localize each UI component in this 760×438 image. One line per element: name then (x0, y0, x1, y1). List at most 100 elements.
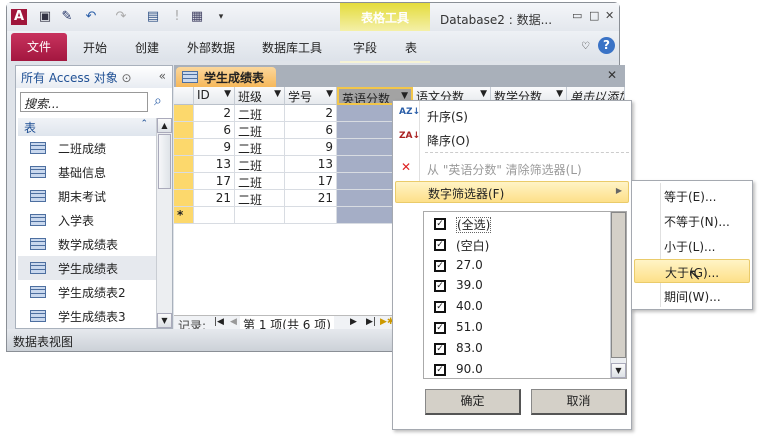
row-selector[interactable] (174, 173, 194, 190)
tab-student-scores[interactable]: 学生成绩表 (176, 67, 276, 87)
tab-fields[interactable]: 字段 (353, 39, 377, 56)
table-cell[interactable]: 二班 (235, 190, 285, 207)
menu-sort-ascending[interactable]: AZ↓ 升序(S) (395, 105, 629, 127)
ok-button[interactable]: 确定 (425, 389, 521, 415)
menu-clear-filter[interactable]: ✕ 从 "英语分数" 清除筛选器(L) (395, 158, 629, 180)
customize-qat-icon[interactable]: ▾ (213, 9, 229, 25)
tab-table[interactable]: 表 (405, 39, 417, 56)
prev-record-icon[interactable]: ◀ (230, 317, 237, 327)
table-cell[interactable]: 二班 (235, 122, 285, 139)
submenu-item[interactable]: 等于(E)... (634, 184, 750, 208)
table-cell[interactable] (194, 207, 235, 224)
checkbox-checked-icon[interactable]: ✓ (434, 322, 446, 334)
tab-home[interactable]: 开始 (83, 39, 107, 56)
maximize-icon[interactable]: □ (589, 9, 599, 22)
row-selector[interactable] (174, 190, 194, 207)
edit-icon[interactable]: ✎ (59, 9, 75, 25)
column-header-student-no[interactable]: 学号 ▼ (285, 87, 337, 105)
collapse-group-icon[interactable]: ⌃ (140, 119, 148, 129)
next-record-icon[interactable]: ▶ (350, 317, 357, 327)
close-icon[interactable]: ✕ (605, 9, 614, 22)
checkbox-checked-icon[interactable]: ✓ (434, 280, 446, 293)
table-cell[interactable] (235, 207, 285, 224)
scroll-thumb[interactable] (611, 212, 626, 358)
last-record-icon[interactable]: ▶| (366, 317, 376, 327)
row-selector[interactable] (174, 156, 194, 173)
table-cell[interactable]: 二班 (235, 156, 285, 173)
help-icon[interactable]: ? (598, 37, 615, 54)
filter-value-checkbox[interactable]: ✓ 27.0 (430, 256, 483, 277)
scroll-up-icon[interactable]: ▲ (157, 118, 172, 133)
menu-number-filters[interactable]: 数字筛选器(F) ▶ (395, 181, 629, 203)
search-input[interactable]: 搜索... (20, 92, 148, 112)
tab-external-data[interactable]: 外部数据 (187, 39, 235, 56)
tab-file[interactable]: 文件 (11, 33, 67, 61)
table-cell[interactable]: 21 (194, 190, 235, 207)
tab-create[interactable]: 创建 (135, 39, 159, 56)
row-selector[interactable] (174, 105, 194, 122)
list-scrollbar[interactable]: ▼ (610, 212, 626, 378)
nav-item-selected[interactable]: 学生成绩表 (18, 256, 156, 280)
checkbox-checked-icon[interactable]: ✓ (434, 238, 446, 251)
close-tab-icon[interactable]: ✕ (607, 68, 617, 82)
cancel-button[interactable]: 取消 (531, 389, 627, 415)
menu-sort-descending[interactable]: ZA↓ 降序(O) (395, 129, 629, 151)
table-cell[interactable]: 6 (194, 122, 235, 139)
new-row-marker[interactable]: * (174, 207, 194, 224)
scroll-thumb[interactable] (158, 134, 171, 189)
table-cell[interactable]: 二班 (235, 105, 285, 122)
filter-value-checkbox[interactable]: ✓ 51.0 (430, 318, 483, 339)
dropdown-arrow-icon[interactable]: ▼ (556, 89, 563, 99)
dropdown-icon[interactable]: ⊙ (122, 71, 132, 85)
table-cell[interactable]: 二班 (235, 173, 285, 190)
column-header-id[interactable]: ID ▼ (194, 87, 235, 105)
first-record-icon[interactable]: |◀ (214, 317, 224, 327)
undo-icon[interactable]: ↶ (83, 9, 99, 25)
save-icon[interactable]: ▣ (37, 9, 53, 25)
table-cell[interactable]: 13 (194, 156, 235, 173)
submenu-item[interactable]: 期间(W)... (634, 284, 750, 308)
collapse-pane-icon[interactable]: « (159, 69, 166, 83)
table-cell[interactable] (285, 207, 337, 224)
row-selector[interactable] (174, 122, 194, 139)
nav-item[interactable]: 学生成绩表3 (18, 304, 156, 328)
table-cell[interactable]: 13 (285, 156, 337, 173)
nav-header[interactable]: 所有 Access 对象 ⊙ « (16, 66, 172, 88)
nav-item[interactable]: 期末考试 (18, 184, 156, 208)
checkbox-checked-icon[interactable]: ✓ (434, 301, 446, 314)
table-cell[interactable]: 17 (194, 173, 235, 190)
checkbox-checked-icon[interactable]: ✓ (434, 363, 446, 376)
filter-value-checkbox[interactable]: ✓ 40.0 (430, 297, 483, 318)
nav-item[interactable]: 入学表 (18, 208, 156, 232)
table-icon[interactable]: ▦ (189, 9, 205, 25)
submenu-item[interactable]: 小于(L)... (634, 234, 750, 258)
checkbox-checked-icon[interactable]: ✓ (434, 342, 446, 355)
nav-item[interactable]: 学生成绩表2 (18, 280, 156, 304)
row-selector[interactable] (174, 139, 194, 156)
dropdown-arrow-icon[interactable]: ▼ (326, 89, 333, 99)
redo-icon[interactable]: ↷ (113, 9, 129, 25)
table-cell[interactable]: 17 (285, 173, 337, 190)
checkbox-checked-icon[interactable]: ✓ (434, 259, 446, 272)
scroll-down-icon[interactable]: ▼ (611, 363, 626, 378)
nav-item[interactable]: 二班成绩 (18, 136, 156, 160)
table-cell[interactable]: 二班 (235, 139, 285, 156)
table-cell[interactable]: 2 (194, 105, 235, 122)
nav-scrollbar[interactable]: ▲ ▼ (156, 118, 172, 328)
scroll-down-icon[interactable]: ▼ (157, 313, 172, 328)
checkbox-checked-icon[interactable]: ✓ (434, 218, 446, 230)
table-cell[interactable]: 2 (285, 105, 337, 122)
filter-value-checkbox[interactable]: ✓ 83.0 (430, 339, 483, 360)
minimize-ribbon-icon[interactable]: ♡ (581, 41, 590, 52)
run-icon[interactable]: ! (169, 9, 185, 25)
dropdown-arrow-icon[interactable]: ▼ (224, 89, 231, 99)
filter-value-checkbox[interactable]: ✓ (全选) (430, 214, 492, 235)
nav-item[interactable]: 基础信息 (18, 160, 156, 184)
group-header-tables[interactable]: 表 ⌃ (18, 118, 156, 136)
table-cell[interactable]: 9 (285, 139, 337, 156)
tab-database-tools[interactable]: 数据库工具 (262, 39, 322, 56)
table-cell[interactable]: 6 (285, 122, 337, 139)
filter-value-checkbox[interactable]: ✓ (空白) (430, 235, 489, 256)
table-cell[interactable]: 21 (285, 190, 337, 207)
filter-value-checkbox[interactable]: ✓ 39.0 (430, 276, 483, 297)
